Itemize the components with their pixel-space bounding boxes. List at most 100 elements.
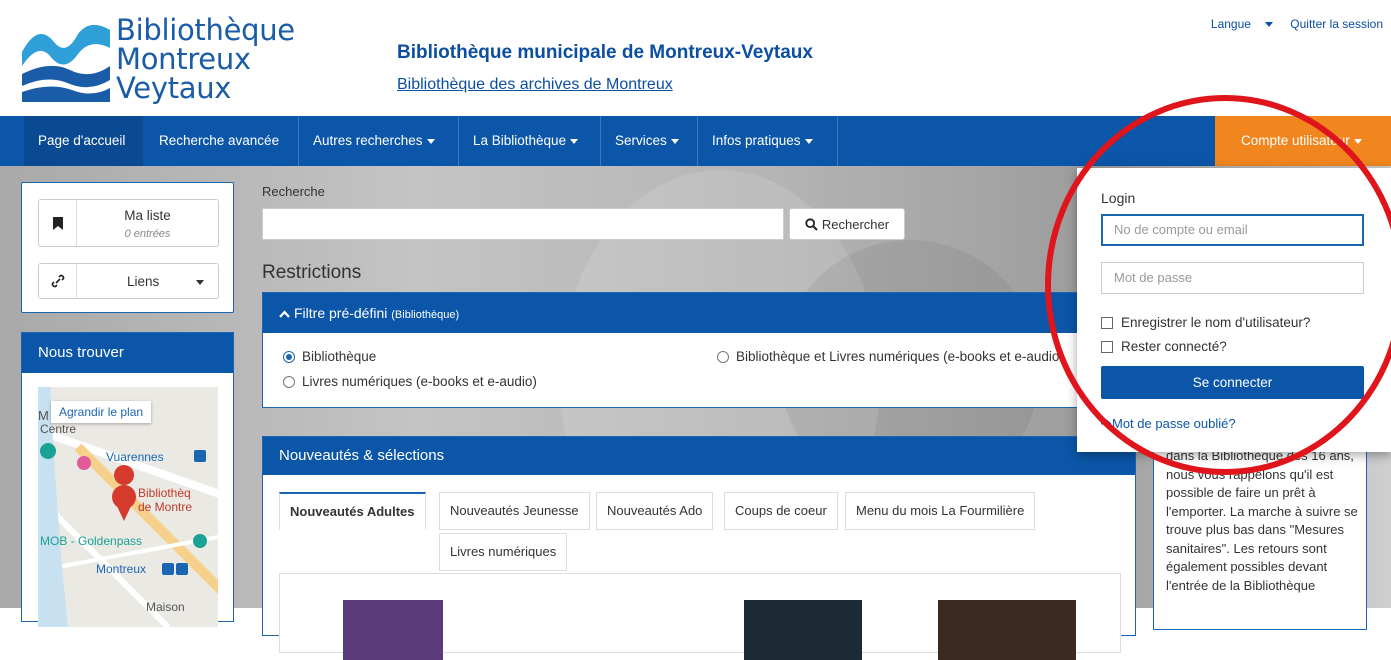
nav-other-searches[interactable]: Autres recherches	[299, 116, 449, 166]
chevron-up-icon	[279, 310, 290, 318]
book-cover[interactable]	[343, 600, 443, 660]
map-label-maison: Maison	[146, 600, 185, 614]
chevron-down-icon	[670, 138, 679, 144]
restrictions-title: Restrictions	[262, 262, 362, 283]
map-label-library: Bibliothèq	[138, 486, 191, 500]
search-button-label: Rechercher	[821, 216, 890, 232]
logout-link[interactable]: Quitter la session	[1290, 17, 1383, 31]
map-graphic: M Centre Vuarennes Bibliothèq de Montre …	[38, 387, 218, 627]
map-label-library-2: de Montre	[138, 500, 192, 514]
filter-subtitle: (Bibliothèque)	[391, 309, 460, 321]
map-label-montreux: Montreux	[96, 562, 146, 576]
forgot-password-link[interactable]: Mot de passe oublié?	[1101, 416, 1236, 431]
nav-home[interactable]: Page d'accueil	[24, 116, 143, 166]
my-list-count: 0 entrées	[124, 228, 171, 240]
language-label: Langue	[1210, 17, 1251, 31]
radio-ebooks-label: Livres numériques (e-books et e-audio)	[302, 374, 537, 389]
language-menu[interactable]: Langue	[1197, 17, 1273, 31]
wave-logo-icon	[22, 24, 110, 102]
forgot-password-label: Mot de passe oublié?	[1112, 416, 1236, 431]
chevron-down-icon	[196, 280, 204, 285]
search-icon	[805, 217, 818, 231]
nav-practical-info-label: Infos pratiques	[712, 133, 801, 148]
find-us-panel: Nous trouver M Centre Vuarennes Biblioth…	[21, 332, 234, 627]
radio-library-label: Bibliothèque	[302, 349, 377, 364]
info-text: dans la Bibliothèque dès 16 ans, nous vo…	[1166, 448, 1358, 593]
chevron-down-icon	[1353, 138, 1362, 144]
site-title: Bibliothèque municipale de Montreux-Veyt…	[397, 42, 813, 63]
search-button[interactable]: Rechercher	[789, 208, 905, 240]
radio-selected-icon	[283, 350, 295, 363]
login-submit-button[interactable]: Se connecter	[1101, 366, 1364, 399]
filter-toggle[interactable]: Filtre pré-défini (Bibliothèque)	[263, 293, 1081, 333]
news-selections-panel: Nouveautés & sélections Nouveautés Adult…	[262, 436, 1136, 660]
radio-library-ebooks[interactable]: Bibliothèque et Livres numériques (e-boo…	[717, 349, 1081, 364]
find-us-title: Nous trouver	[22, 333, 233, 373]
search-input[interactable]	[262, 208, 784, 240]
nav-advanced-search-label: Recherche avancée	[159, 133, 280, 148]
map-label-centre: Centre	[40, 422, 76, 436]
logo-line3: Veytaux	[116, 71, 232, 105]
tab-monthly-menu[interactable]: Menu du mois La Fourmilière	[845, 492, 1036, 530]
my-list-panel: Ma liste 0 entrées Liens	[21, 182, 234, 313]
nav-practical-info[interactable]: Infos pratiques	[698, 116, 827, 166]
news-content	[279, 573, 1121, 660]
arrow-right-icon	[1101, 419, 1112, 428]
location-map[interactable]: M Centre Vuarennes Bibliothèq de Montre …	[38, 387, 218, 627]
site-header: Bibliothèque Montreux Veytaux Bibliothèq…	[0, 0, 1391, 116]
enlarge-map-button[interactable]: Agrandir le plan	[51, 401, 152, 423]
checkbox-icon	[1101, 316, 1113, 329]
my-list-title: Ma liste	[124, 208, 171, 223]
predefined-filter-panel: Filtre pré-défini (Bibliothèque) Bibliot…	[262, 292, 1082, 408]
book-cover[interactable]	[744, 600, 862, 660]
checkbox-icon	[1101, 340, 1113, 353]
nav-library-label: La Bibliothèque	[473, 133, 567, 148]
nav-advanced-search[interactable]: Recherche avancée	[145, 116, 293, 166]
remember-username-checkbox[interactable]: Enregistrer le nom d'utilisateur?	[1101, 315, 1310, 330]
nav-services-label: Services	[615, 133, 667, 148]
search-label: Recherche	[262, 184, 325, 199]
radio-empty-icon	[717, 350, 729, 363]
nav-services[interactable]: Services	[601, 116, 693, 166]
chevron-down-icon	[804, 138, 813, 144]
link-icon	[39, 264, 77, 298]
nav-user-account[interactable]: Compte utilisateur	[1215, 116, 1391, 166]
main-navbar: Page d'accueil Recherche avancée Autres …	[0, 116, 1391, 166]
stay-connected-label: Rester connecté?	[1121, 339, 1227, 354]
tab-ebooks[interactable]: Livres numériques	[439, 533, 568, 571]
map-label-goldenpass: MOB - Goldenpass	[40, 534, 142, 548]
remember-username-label: Enregistrer le nom d'utilisateur?	[1121, 315, 1311, 330]
radio-empty-icon	[283, 375, 295, 388]
tab-new-youth[interactable]: Nouveautés Jeunesse	[439, 492, 590, 530]
logo-text: Bibliothèque Montreux Veytaux	[116, 16, 295, 103]
tab-new-teen[interactable]: Nouveautés Ado	[596, 492, 714, 530]
library-logo[interactable]: Bibliothèque Montreux Veytaux	[20, 12, 310, 108]
login-dropdown: Login No de compte ou email Mot de passe…	[1077, 168, 1391, 452]
filter-title: Filtre pré-défini	[294, 305, 388, 321]
top-links: Langue Quitter la session	[1183, 17, 1383, 31]
links-label: Liens	[127, 274, 160, 289]
chevron-down-icon	[1264, 22, 1273, 28]
radio-library[interactable]: Bibliothèque	[283, 349, 376, 364]
archives-link[interactable]: Bibliothèque des archives de Montreux	[397, 76, 673, 94]
nav-home-label: Page d'accueil	[38, 133, 126, 148]
nav-user-account-label: Compte utilisateur	[1241, 133, 1350, 148]
stay-connected-checkbox[interactable]: Rester connecté?	[1101, 339, 1227, 354]
chevron-down-icon	[570, 138, 579, 144]
nav-divider	[837, 116, 838, 166]
nav-other-searches-label: Autres recherches	[313, 133, 423, 148]
tab-new-adults[interactable]: Nouveautés Adultes	[279, 492, 426, 530]
my-list-button[interactable]: Ma liste 0 entrées	[38, 199, 219, 247]
account-email-field[interactable]: No de compte ou email	[1101, 214, 1364, 246]
logo-line1: Bibliothèque	[116, 13, 295, 47]
nav-library[interactable]: La Bibliothèque	[459, 116, 592, 166]
radio-ebooks[interactable]: Livres numériques (e-books et e-audio)	[283, 374, 537, 389]
bookmark-icon	[39, 200, 77, 246]
password-field[interactable]: Mot de passe	[1101, 262, 1364, 294]
login-title: Login	[1101, 190, 1136, 206]
chevron-down-icon	[426, 138, 435, 144]
book-cover[interactable]	[938, 600, 1076, 660]
tab-favorites[interactable]: Coups de coeur	[724, 492, 838, 530]
links-dropdown[interactable]: Liens	[38, 263, 219, 299]
news-title: Nouveautés & sélections	[263, 437, 1135, 475]
